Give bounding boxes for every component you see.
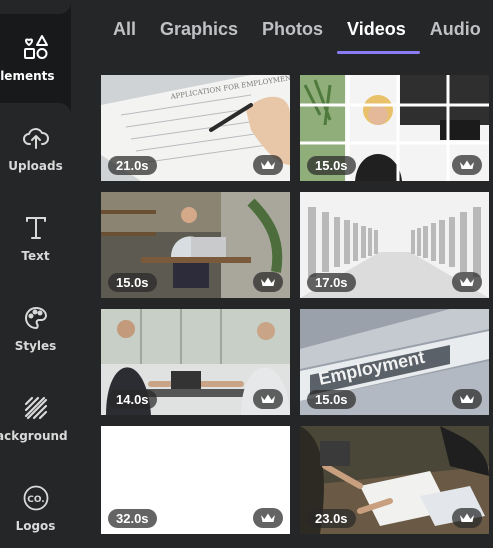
video-thumbnail[interactable]: 23.0s <box>300 426 489 534</box>
rail-top-nub <box>0 0 71 14</box>
sidebar-item-label: ackground <box>0 429 68 443</box>
sidebar-item-text[interactable]: Text <box>0 198 71 278</box>
crown-icon <box>253 508 283 528</box>
tab-all[interactable]: All <box>113 0 136 56</box>
crown-icon <box>253 155 283 175</box>
tab-audio[interactable]: Audio <box>430 0 481 56</box>
video-thumbnail[interactable]: APPLICATION FOR EMPLOYMENT 21.0s <box>101 75 290 181</box>
tab-videos[interactable]: Videos <box>337 0 420 56</box>
sidebar-item-label: Styles <box>14 339 57 353</box>
background-icon <box>21 393 51 423</box>
video-thumbnail[interactable]: Employment 15.0s <box>300 309 489 415</box>
upload-cloud-icon <box>21 123 51 153</box>
crown-icon <box>452 508 482 528</box>
video-thumbnail[interactable]: 32.0s <box>101 426 290 534</box>
crown-icon <box>253 272 283 292</box>
crown-icon <box>452 155 482 175</box>
sidebar-item-label: Text <box>21 249 50 263</box>
crown-icon <box>452 389 482 409</box>
duration-badge: 23.0s <box>307 509 356 528</box>
crown-icon <box>253 389 283 409</box>
tab-graphics[interactable]: Graphics <box>160 0 238 56</box>
text-icon <box>21 213 51 243</box>
palette-icon <box>21 303 51 333</box>
crown-icon <box>452 272 482 292</box>
content-type-tabs: All Graphics Photos Videos Audio <box>100 0 493 56</box>
video-thumbnail[interactable]: 15.0s <box>101 192 290 298</box>
video-thumbnail[interactable]: 17.0s <box>300 192 489 298</box>
duration-badge: 15.0s <box>307 390 356 409</box>
elements-icon <box>21 33 51 63</box>
duration-badge: 21.0s <box>108 156 157 175</box>
tab-photos[interactable]: Photos <box>262 0 323 56</box>
sidebar-item-label: Elements <box>0 69 55 83</box>
duration-badge: 15.0s <box>307 156 356 175</box>
duration-badge: 32.0s <box>108 509 157 528</box>
duration-badge: 17.0s <box>307 273 356 292</box>
sidebar-item-elements[interactable]: Elements <box>0 18 71 98</box>
sidebar-item-label: Logos <box>15 519 56 533</box>
sidebar-item-styles[interactable]: Styles <box>0 288 71 368</box>
video-thumbnail[interactable]: 15.0s <box>300 75 489 181</box>
sidebar-item-uploads[interactable]: Uploads <box>0 108 71 188</box>
duration-badge: 14.0s <box>108 390 157 409</box>
video-thumbnail[interactable]: 14.0s <box>101 309 290 415</box>
sidebar-item-logos[interactable]: CO. Logos <box>0 468 71 548</box>
logo-icon: CO. <box>21 483 51 513</box>
sidebar-item-label: Uploads <box>8 159 63 173</box>
sidebar-item-background[interactable]: ackground <box>0 378 71 458</box>
svg-text:CO.: CO. <box>27 495 44 505</box>
duration-badge: 15.0s <box>108 273 157 292</box>
